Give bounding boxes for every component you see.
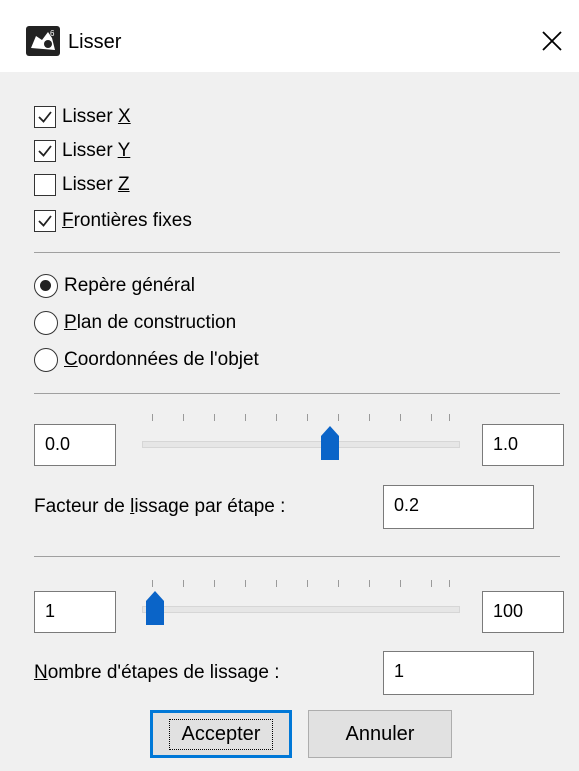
separator: [34, 252, 560, 253]
slider-tick: [431, 414, 432, 421]
slider-tick: [245, 580, 246, 587]
svg-text:6: 6: [50, 29, 55, 38]
slider-tick: [449, 414, 450, 421]
steps-max-field[interactable]: 100: [482, 591, 564, 633]
radio-circle[interactable]: [34, 274, 58, 298]
slider-tick: [338, 580, 339, 587]
radio-label: Repère général: [64, 275, 196, 296]
slider-tick: [449, 580, 450, 587]
factor-slider-track[interactable]: [142, 441, 460, 448]
cancel-button[interactable]: Annuler: [308, 710, 452, 758]
window-title: Lisser: [68, 31, 122, 53]
slider-tick: [369, 414, 370, 421]
slider-tick: [307, 580, 308, 587]
checkbox-smooth-y[interactable]: Lisser Y: [34, 138, 130, 164]
slider-tick: [152, 414, 153, 421]
checkbox-label: Lisser Z: [62, 174, 130, 195]
slider-tick: [183, 580, 184, 587]
title-bar: 6 Lisser: [0, 0, 579, 72]
slider-tick: [400, 580, 401, 587]
accept-button[interactable]: Accepter: [150, 710, 292, 758]
checkbox-smooth-x[interactable]: Lisser X: [34, 104, 131, 130]
slider-tick: [369, 580, 370, 587]
checkbox-box[interactable]: [34, 106, 56, 128]
checkbox-label: Lisser X: [62, 106, 131, 127]
radio-object-coordinates[interactable]: Coordonnées de l'objet: [34, 346, 259, 374]
slider-tick: [307, 414, 308, 421]
radio-label: Coordonnées de l'objet: [64, 349, 259, 370]
slider-tick: [400, 414, 401, 421]
close-icon[interactable]: [537, 26, 567, 56]
steps-label: Nombre d'étapes de lissage :: [34, 662, 280, 683]
slider-tick: [276, 580, 277, 587]
factor-label: Facteur de lissage par étape :: [34, 496, 286, 517]
checkbox-box[interactable]: [34, 210, 56, 232]
factor-max-field[interactable]: 1.0: [482, 424, 564, 466]
checkbox-smooth-z[interactable]: Lisser Z: [34, 172, 130, 198]
steps-slider-track[interactable]: [142, 606, 460, 613]
radio-label: Plan de construction: [64, 312, 237, 333]
radio-construction-plane[interactable]: Plan de construction: [34, 309, 236, 337]
slider-tick: [338, 414, 339, 421]
radio-circle[interactable]: [34, 348, 58, 372]
factor-min-field[interactable]: 0.0: [34, 424, 116, 466]
factor-slider-thumb[interactable]: [319, 424, 341, 462]
steps-slider-thumb[interactable]: [144, 589, 166, 627]
steps-min-field[interactable]: 1: [34, 591, 116, 633]
radio-circle[interactable]: [34, 311, 58, 335]
steps-value-field[interactable]: 1: [383, 651, 534, 695]
slider-tick: [431, 580, 432, 587]
slider-tick: [214, 414, 215, 421]
slider-tick: [245, 414, 246, 421]
rhino-icon: 6: [26, 26, 60, 56]
slider-tick: [152, 580, 153, 587]
radio-world-coordinates[interactable]: Repère général: [34, 272, 195, 300]
checkbox-label: Lisser Y: [62, 140, 131, 161]
slider-tick: [183, 414, 184, 421]
accept-button-label: Accepter: [168, 718, 274, 750]
checkbox-box[interactable]: [34, 174, 56, 196]
slider-tick: [214, 580, 215, 587]
slider-tick: [276, 414, 277, 421]
factor-value-field[interactable]: 0.2: [383, 485, 534, 529]
checkbox-label: Frontières fixes: [62, 210, 192, 231]
checkbox-fixed-boundaries[interactable]: Frontières fixes: [34, 208, 192, 234]
checkbox-box[interactable]: [34, 140, 56, 162]
separator: [34, 393, 560, 394]
separator: [34, 556, 560, 557]
